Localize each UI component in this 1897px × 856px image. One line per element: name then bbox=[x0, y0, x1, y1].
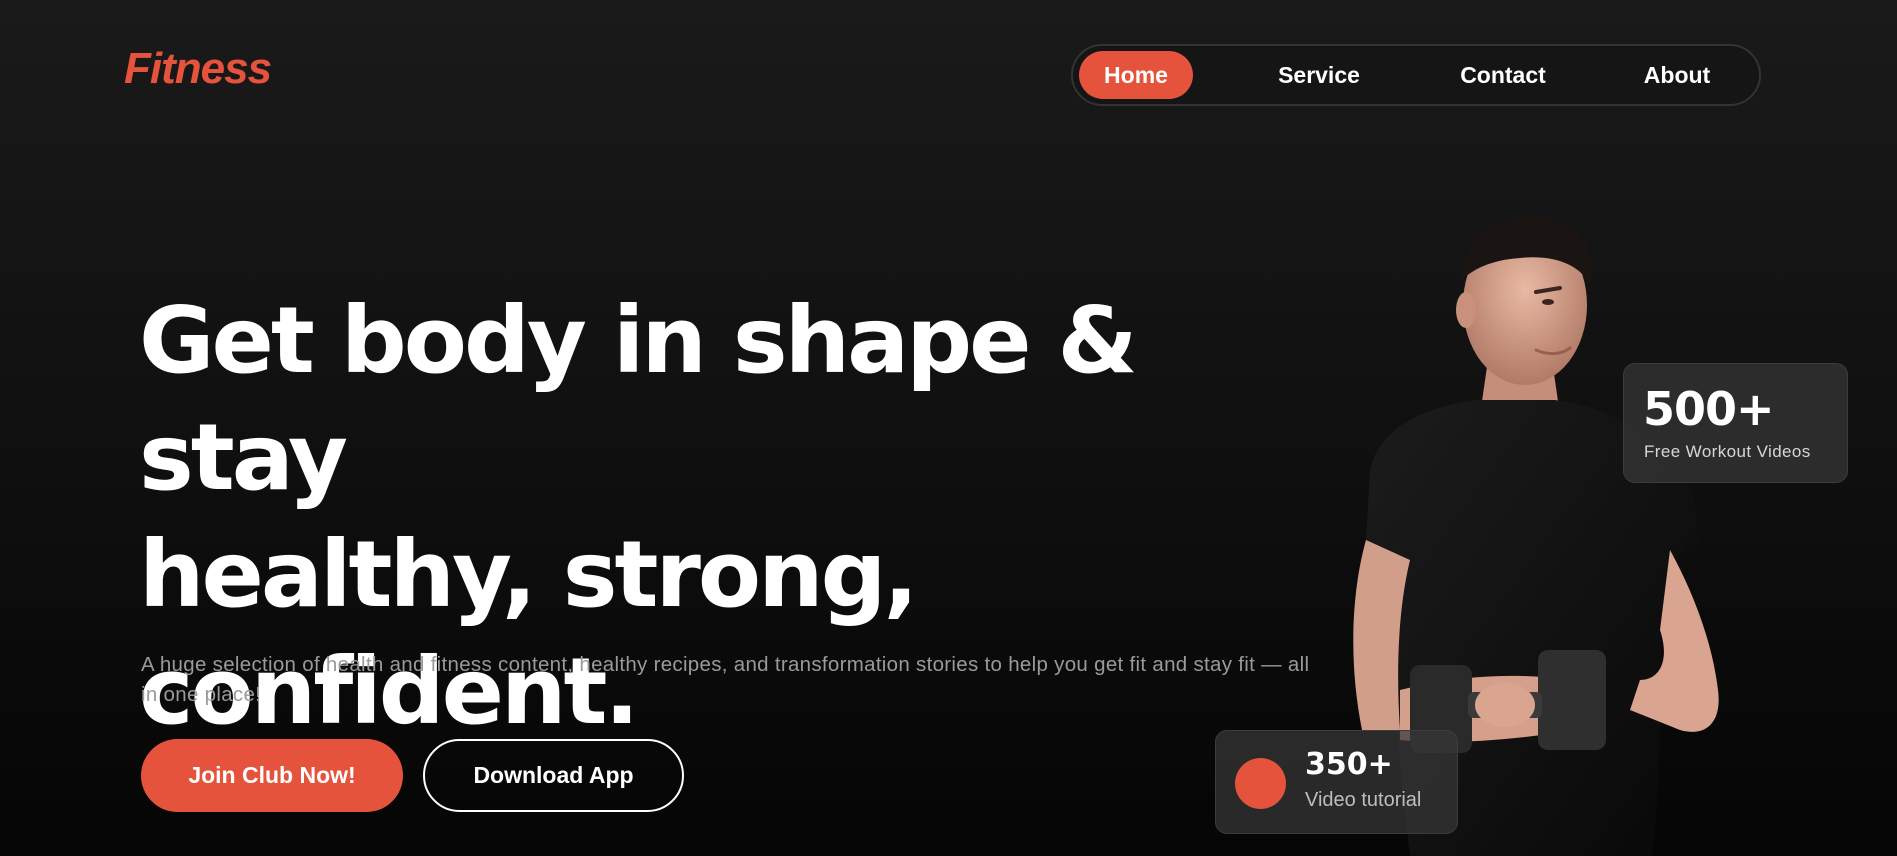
stat-card-workout-videos: 500+ Free Workout Videos bbox=[1623, 363, 1848, 483]
hero-headline-line-2: healthy, strong, bbox=[139, 521, 918, 628]
red-circle-icon bbox=[1235, 758, 1286, 809]
stat-tutorial-label: Video tutorial bbox=[1305, 789, 1422, 811]
nav-item-service[interactable]: Service bbox=[1259, 51, 1379, 99]
nav-item-about[interactable]: About bbox=[1627, 51, 1727, 99]
hero-subtext: A huge selection of health and fitness c… bbox=[141, 653, 1310, 706]
landing-page: Fitness Home Service Contact About Get b… bbox=[0, 0, 1897, 856]
hero-headline-line-1: Get body in shape & stay bbox=[139, 287, 1138, 511]
nav-item-home[interactable]: Home bbox=[1079, 51, 1193, 99]
brand-logo[interactable]: Fitness bbox=[124, 44, 272, 94]
stat-tutorial-value: 350+ bbox=[1305, 747, 1393, 782]
nav-item-contact[interactable]: Contact bbox=[1443, 51, 1563, 99]
download-app-button[interactable]: Download App bbox=[423, 739, 684, 812]
join-club-button[interactable]: Join Club Now! bbox=[141, 739, 403, 812]
stat-card-video-tutorial: 350+ Video tutorial bbox=[1215, 730, 1458, 834]
stat-videos-value: 500+ bbox=[1643, 382, 1775, 436]
stat-videos-label: Free Workout Videos bbox=[1644, 442, 1811, 461]
main-nav: Home Service Contact About bbox=[1071, 44, 1761, 106]
